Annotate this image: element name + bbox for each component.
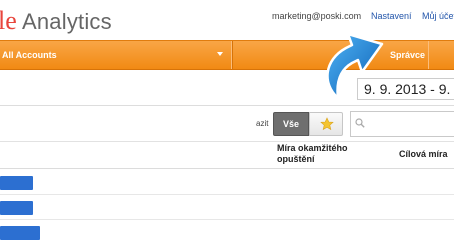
user-email: marketing@poski.com bbox=[272, 11, 362, 21]
account-selector[interactable]: All Accounts bbox=[0, 41, 232, 69]
report-toolbar: azit Vše bbox=[0, 106, 454, 142]
star-icon bbox=[320, 117, 334, 131]
logo-product-name: Analytics bbox=[22, 9, 112, 34]
toolbar-prefix-text: azit bbox=[256, 119, 269, 128]
settings-link[interactable]: Nastavení bbox=[371, 11, 412, 21]
nav-divider bbox=[232, 41, 233, 69]
redacted-row-link[interactable] bbox=[0, 201, 33, 215]
redacted-row-link[interactable] bbox=[0, 226, 40, 240]
account-selector-label: All Accounts bbox=[2, 50, 57, 60]
date-bar: 9. 9. 2013 - 9. 1 bbox=[0, 70, 454, 106]
show-all-label: Vše bbox=[282, 119, 299, 129]
main-nav-bar: All Accounts Správce bbox=[0, 40, 454, 70]
search-input[interactable] bbox=[369, 116, 454, 132]
show-all-button[interactable]: Vše bbox=[273, 112, 309, 136]
column-header-goal-rate[interactable]: Cílová míra bbox=[399, 149, 448, 159]
admin-link[interactable]: Správce bbox=[390, 50, 425, 60]
favorites-button[interactable] bbox=[309, 112, 343, 136]
nav-divider bbox=[428, 41, 429, 69]
table-row bbox=[0, 220, 454, 240]
table-row bbox=[0, 170, 454, 195]
curved-arrow-icon bbox=[326, 32, 384, 100]
redacted-row-link[interactable] bbox=[0, 176, 33, 190]
top-header: le Analytics marketing@poski.com Nastave… bbox=[0, 0, 454, 40]
chevron-down-icon bbox=[217, 52, 223, 56]
logo-letter: le bbox=[0, 6, 17, 35]
column-header-bounce-rate[interactable]: Míra okamžitého opuštění bbox=[277, 143, 373, 165]
search-icon bbox=[355, 118, 365, 128]
my-account-link[interactable]: Můj účet bbox=[422, 11, 454, 21]
search-field[interactable] bbox=[350, 111, 454, 137]
table-row bbox=[0, 195, 454, 220]
table-header: Míra okamžitého opuštění Cílová míra bbox=[0, 142, 454, 169]
